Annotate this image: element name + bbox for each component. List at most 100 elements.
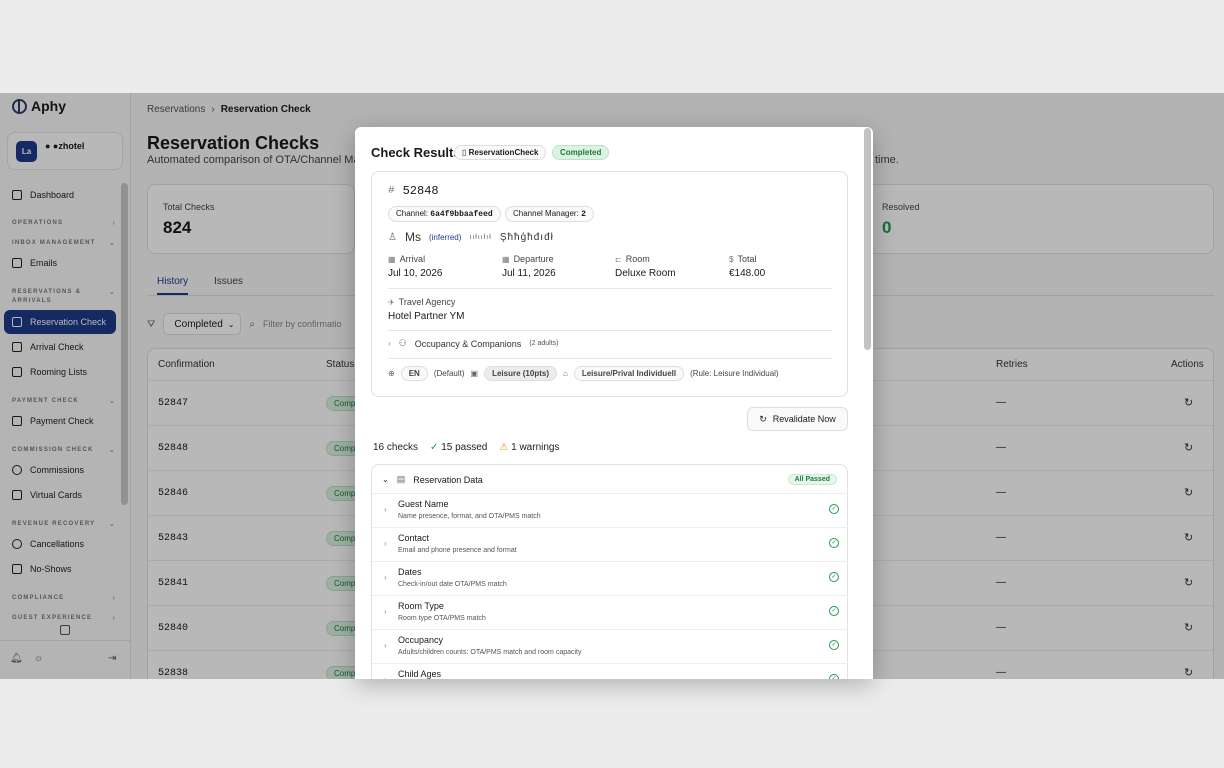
group-name: Reservation Data — [413, 474, 483, 485]
total-label: Total — [737, 254, 757, 264]
check-circle-icon: ✓ — [829, 674, 839, 679]
check-desc: Check-in/out date OTA/PMS match — [398, 581, 507, 588]
occupancy-label: Occupancy & Companions — [414, 338, 522, 349]
check-type-label: ReservationCheck — [468, 148, 539, 157]
warning-icon: ⚠ — [499, 442, 509, 453]
agency-label: Travel Agency — [398, 297, 456, 307]
arrival-label: Arrival — [399, 254, 426, 264]
revalidate-button[interactable]: ↻ Revalidate Now — [747, 407, 848, 431]
calendar-icon: ▦ — [502, 254, 510, 264]
channel-manager-chip: Channel Manager: 2 — [505, 206, 594, 222]
refresh-icon: ↻ — [759, 413, 767, 424]
room-label: Room — [625, 254, 650, 264]
users-icon: ⚇ — [398, 338, 407, 348]
manager-label: Channel Manager: — [513, 209, 579, 218]
language-tag: EN — [400, 366, 428, 381]
chevron-right-icon: › — [384, 539, 387, 548]
tags-row: ⊕ EN (Default) ▣ Leisure (10pts) ⌂ Leisu… — [388, 366, 779, 381]
occupancy-count: (2 adults) — [529, 340, 559, 347]
reservation-id-value: 52848 — [402, 184, 439, 198]
check-name: Dates — [398, 567, 422, 577]
modal-title: Check Results — [371, 145, 461, 160]
passed-count: 15 passed — [441, 442, 488, 453]
check-results-modal: Check Results ▯ ReservationCheck Complet… — [355, 127, 873, 679]
language-default: (Default) — [433, 369, 465, 378]
modal-scrollbar[interactable] — [864, 128, 871, 350]
divider — [388, 288, 832, 289]
check-name: Occupancy — [398, 635, 444, 645]
guest-row: ♙ Ms (inferred) ııłııłıł Şħħģħđıđł — [388, 230, 554, 244]
check-group-reservation-data: ⌄ ▤ Reservation Data All Passed › Guest … — [371, 464, 849, 679]
divider — [388, 330, 832, 331]
check-summary: 16 checks ✓ 15 passed ⚠ 1 warnings — [373, 442, 559, 453]
check-name: Room Type — [398, 601, 444, 611]
channel-chip: Channel: 6a4f9bbaafeed — [388, 206, 501, 222]
channel-label: Channel: — [396, 209, 429, 218]
bed-icon: ⊏ — [615, 254, 622, 264]
segment-tag: Leisure (10pts) — [484, 366, 557, 381]
tag-icon: ⌂ — [562, 369, 568, 378]
arrival-value: Jul 10, 2026 — [388, 268, 443, 279]
rule-text: (Rule: Leisure Individual) — [690, 369, 779, 378]
channel-value: 6a4f9bbaafeed — [430, 210, 493, 219]
travel-agency-field: ✈ Travel Agency Hotel Partner YM — [388, 297, 465, 322]
chevron-right-icon: › — [384, 641, 387, 650]
check-item[interactable]: › Guest Name Name presence, format, and … — [372, 493, 849, 527]
total-value: €148.00 — [729, 268, 766, 279]
check-name: Guest Name — [398, 499, 449, 509]
inferred-label: (inferred) — [428, 232, 462, 242]
reservation-card: # 52848 Channel: 6a4f9bbaafeed Channel M… — [371, 171, 848, 397]
check-circle-icon: ✓ — [430, 442, 439, 453]
departure-value: Jul 11, 2026 — [502, 268, 556, 279]
checks-count: 16 checks — [373, 442, 419, 453]
database-icon: ▤ — [396, 474, 406, 484]
total-field: $ Total €148.00 — [729, 254, 765, 279]
check-name: Child Ages — [398, 669, 442, 679]
divider — [388, 358, 832, 359]
revalidate-label: Revalidate Now — [772, 414, 836, 424]
arrival-field: ▦ Arrival Jul 10, 2026 — [388, 254, 443, 279]
chevron-right-icon: › — [384, 505, 387, 514]
guest-name-script-2: Şħħģħđıđł — [499, 231, 554, 243]
check-desc: Email and phone presence and format — [398, 547, 517, 554]
guest-title: Ms — [404, 230, 421, 244]
check-circle-icon: ✓ — [829, 504, 839, 514]
check-name: Contact — [398, 533, 430, 543]
rate-tag: Leisure/Prival Individuell — [573, 366, 685, 381]
file-icon: ▯ — [462, 148, 467, 157]
chevron-right-icon: › — [384, 607, 387, 616]
check-item[interactable]: › Occupancy Adults/children counts: OTA/… — [372, 629, 849, 663]
check-circle-icon: ✓ — [829, 606, 839, 616]
check-item[interactable]: › Contact Email and phone presence and f… — [372, 527, 849, 561]
room-field: ⊏ Room Deluxe Room — [615, 254, 676, 279]
check-item[interactable]: › Room Type Room type OTA/PMS match ✓ — [372, 595, 849, 629]
reservation-id: # 52848 — [388, 184, 439, 198]
plane-icon: ✈ — [388, 297, 395, 307]
agency-value: Hotel Partner YM — [388, 311, 465, 322]
departure-label: Departure — [513, 254, 554, 264]
chevron-down-icon: ⌄ — [382, 475, 389, 484]
check-circle-icon: ✓ — [829, 640, 839, 650]
dollar-icon: $ — [729, 254, 734, 264]
departure-field: ▦ Departure Jul 11, 2026 — [502, 254, 556, 279]
calendar-icon: ▦ — [388, 254, 396, 264]
check-desc: Name presence, format, and OTA/PMS match — [398, 513, 541, 520]
check-item[interactable]: › Child Ages ✓ — [372, 663, 849, 679]
guest-name-script-1: ııłııłıł — [469, 233, 492, 241]
status-badge: Completed — [552, 145, 610, 160]
chevron-right-icon: › — [384, 573, 387, 582]
room-value: Deluxe Room — [615, 268, 676, 279]
warnings-count: 1 warnings — [511, 442, 560, 453]
chevron-right-icon: › — [388, 339, 391, 348]
group-status-badge: All Passed — [787, 474, 837, 485]
check-circle-icon: ✓ — [829, 572, 839, 582]
hash-icon: # — [388, 185, 395, 197]
briefcase-icon: ▣ — [470, 369, 479, 378]
chevron-right-icon: › — [384, 675, 387, 679]
check-type-badge: ▯ ReservationCheck — [454, 145, 547, 160]
occupancy-toggle[interactable]: › ⚇ Occupancy & Companions (2 adults) — [388, 338, 559, 349]
check-item[interactable]: › Dates Check-in/out date OTA/PMS match … — [372, 561, 849, 595]
group-toggle[interactable]: ⌄ ▤ Reservation Data — [382, 474, 483, 485]
check-desc: Room type OTA/PMS match — [398, 615, 486, 622]
globe-icon: ⊕ — [388, 369, 395, 378]
